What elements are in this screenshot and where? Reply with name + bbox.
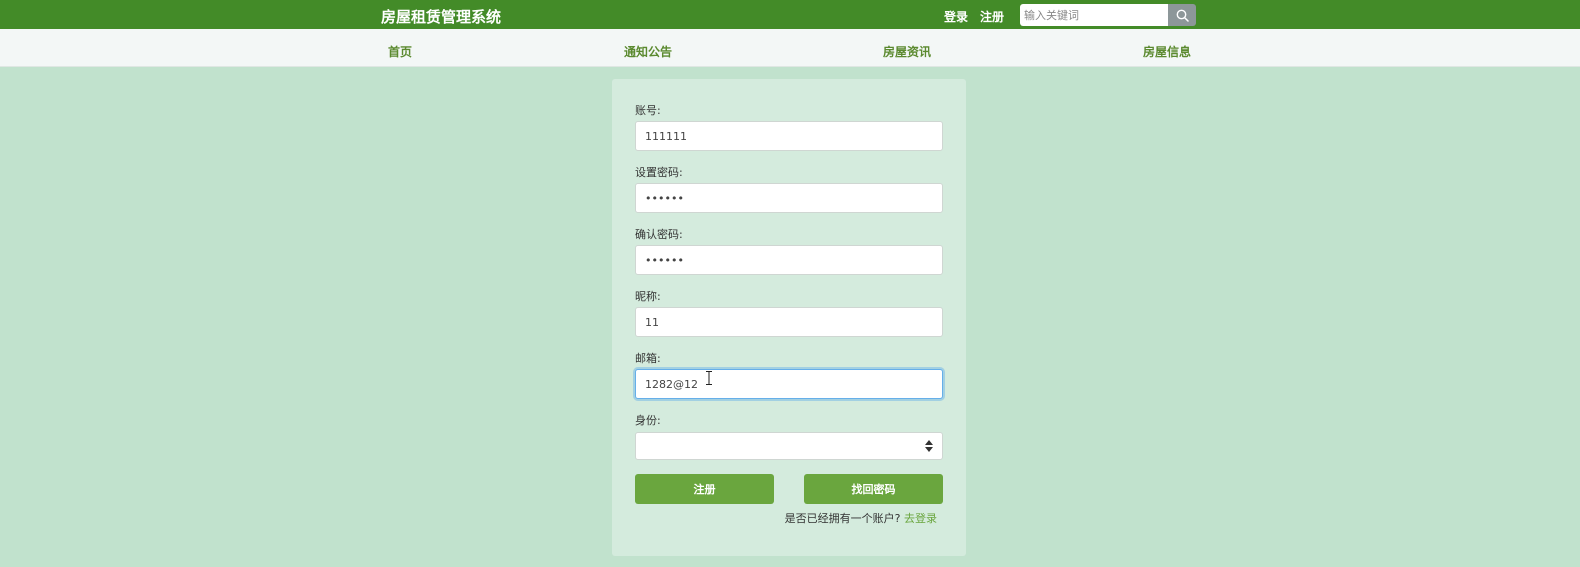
search-box [1020, 4, 1196, 26]
have-account-text: 是否已经拥有一个账户? [784, 512, 901, 525]
account-input[interactable] [635, 121, 943, 151]
site-title: 房屋租赁管理系统 [381, 8, 502, 26]
identity-label: 身份: [635, 414, 661, 427]
recover-password-button[interactable]: 找回密码 [804, 474, 943, 504]
main-nav: 首页 通知公告 房屋资讯 房屋信息 [0, 29, 1580, 67]
register-form: 账号: 设置密码: 确认密码: 昵称: 邮箱: 身份: 注册 找回密码 是否已经… [612, 79, 966, 556]
password-input[interactable] [635, 183, 943, 213]
account-label: 账号: [635, 104, 661, 117]
text-cursor-icon [706, 371, 712, 385]
nav-item-home[interactable]: 首页 [388, 43, 412, 60]
go-login-link[interactable]: 去登录 [904, 512, 937, 525]
top-header: 房屋租赁管理系统 登录 注册 [0, 0, 1580, 29]
search-button[interactable] [1168, 4, 1196, 26]
password-label: 设置密码: [635, 166, 683, 179]
updown-arrows-icon [925, 440, 933, 452]
nickname-input[interactable] [635, 307, 943, 337]
nav-item-house-info[interactable]: 房屋信息 [1143, 43, 1191, 60]
confirm-password-label: 确认密码: [635, 228, 683, 241]
nav-item-notices[interactable]: 通知公告 [624, 43, 672, 60]
email-input[interactable] [635, 369, 943, 399]
register-button[interactable]: 注册 [635, 474, 774, 504]
identity-select[interactable] [635, 432, 943, 460]
login-link[interactable]: 登录 [944, 8, 968, 25]
nickname-label: 昵称: [635, 290, 661, 303]
register-link[interactable]: 注册 [980, 8, 1004, 25]
confirm-password-input[interactable] [635, 245, 943, 275]
email-label: 邮箱: [635, 352, 661, 365]
search-input[interactable] [1020, 4, 1168, 26]
search-icon [1176, 9, 1189, 22]
login-prompt: 是否已经拥有一个账户? 去登录 [785, 510, 937, 526]
nav-item-house-news[interactable]: 房屋资讯 [883, 43, 931, 60]
